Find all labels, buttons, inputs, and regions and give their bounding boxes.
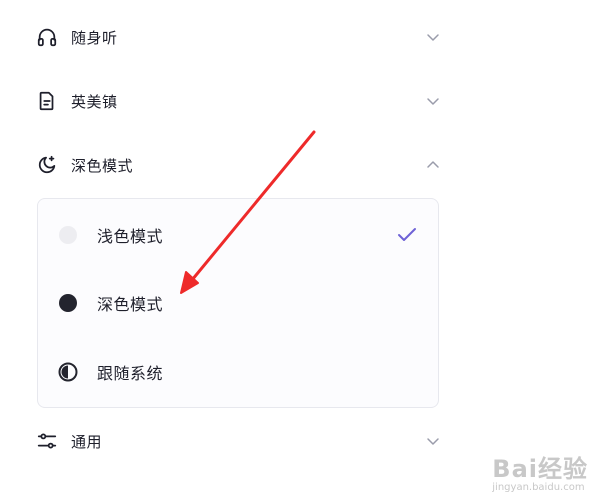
dark-dot-icon [58, 293, 78, 313]
chevron-down-icon[interactable] [426, 434, 440, 448]
chevron-down-icon[interactable] [426, 30, 440, 44]
watermark-url: jingyan.baidu.com [492, 482, 585, 493]
headphones-icon [36, 26, 58, 48]
checkmark-icon [396, 224, 418, 246]
document-icon [36, 90, 58, 112]
chevron-up-icon[interactable] [426, 158, 440, 172]
theme-option-label: 深色模式 [97, 295, 164, 314]
watermark-logo: Bai经验 [492, 455, 588, 483]
moon-icon [36, 154, 58, 176]
sliders-icon [36, 430, 58, 452]
theme-options-panel: 浅色模式 深色模式 跟随系统 [37, 198, 439, 408]
light-dot-icon [58, 225, 78, 245]
chevron-down-icon[interactable] [426, 94, 440, 108]
half-circle-icon [58, 362, 78, 382]
theme-option-label: 浅色模式 [97, 227, 164, 246]
menu-item-town[interactable]: 英美镇 [36, 89, 440, 113]
menu-item-dark-mode[interactable]: 深色模式 [36, 153, 440, 177]
theme-option-label: 跟随系统 [97, 364, 164, 383]
menu-item-label: 深色模式 [71, 156, 134, 175]
theme-option-system[interactable]: 跟随系统 [58, 359, 418, 385]
theme-option-dark[interactable]: 深色模式 [58, 290, 418, 316]
menu-item-label: 随身听 [71, 28, 118, 47]
menu-item-general[interactable]: 通用 [36, 429, 440, 453]
baidu-watermark: Bai经验 jingyan.baidu.com [492, 449, 588, 493]
theme-option-light[interactable]: 浅色模式 [58, 222, 418, 248]
menu-item-label: 通用 [71, 432, 103, 451]
menu-item-label: 英美镇 [71, 92, 118, 111]
menu-item-listen[interactable]: 随身听 [36, 25, 440, 49]
